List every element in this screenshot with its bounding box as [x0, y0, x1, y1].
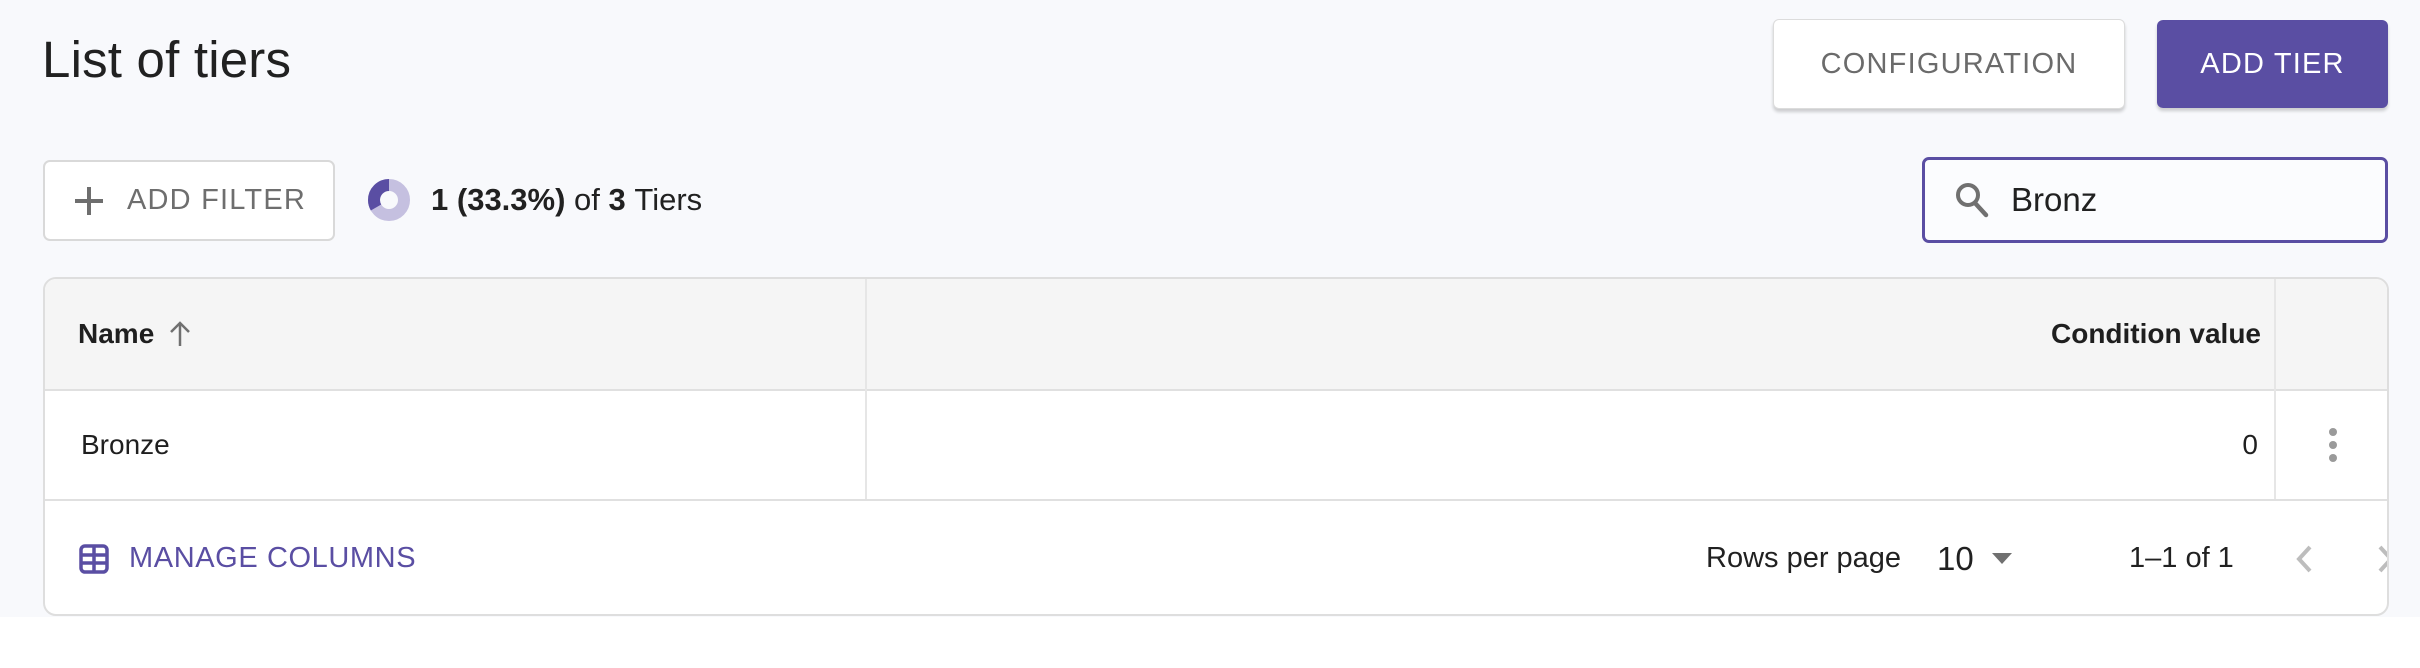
table-columns-icon: [79, 543, 109, 574]
chevron-left-icon: [2296, 545, 2312, 572]
rows-per-page-select[interactable]: 10: [1937, 501, 2012, 614]
table-row[interactable]: Bronze 0: [45, 391, 2387, 501]
column-header-condition-value[interactable]: Condition value: [868, 279, 2261, 389]
column-divider: [865, 279, 867, 499]
matched-count: 1: [431, 182, 449, 217]
table-footer: MANAGE COLUMNS Rows per page 10 1–1 of 1: [45, 501, 2387, 614]
tiers-table: Name Condition value Bronze 0 MANAGE COL…: [43, 277, 2389, 616]
chevron-right-icon: [2378, 545, 2387, 572]
more-vertical-icon: [2328, 428, 2337, 462]
column-header-condition-value-label: Condition value: [2051, 318, 2261, 349]
table-header-row: Name Condition value: [45, 279, 2387, 391]
rows-per-page-value: 10: [1937, 539, 1974, 577]
sort-ascending-icon[interactable]: [168, 320, 192, 348]
next-page-button[interactable]: [2375, 501, 2387, 614]
search-field[interactable]: [1922, 157, 2388, 243]
cell-name: Bronze: [81, 429, 170, 460]
column-header-name-label: Name: [78, 318, 155, 349]
page-title: List of tiers: [42, 31, 292, 88]
matched-percent: (33.3%): [456, 182, 566, 217]
result-count: 1 (33.3%) of 3 Tiers: [367, 178, 702, 222]
column-divider: [2274, 279, 2276, 499]
rows-per-page-label: Rows per page: [1706, 542, 1902, 574]
configuration-button[interactable]: CONFIGURATION: [1773, 19, 2125, 109]
cell-condition-value: 0: [2242, 429, 2258, 460]
manage-columns-label: MANAGE COLUMNS: [129, 542, 417, 574]
search-icon: [1956, 183, 1989, 218]
total-count: 3: [608, 182, 626, 217]
add-tier-button[interactable]: ADD TIER: [2157, 20, 2388, 108]
row-actions-button[interactable]: [2276, 391, 2387, 499]
plus-icon: [75, 186, 103, 215]
progress-donut-icon: [368, 179, 410, 221]
search-input[interactable]: [2011, 181, 2371, 219]
add-filter-button[interactable]: ADD FILTER: [43, 160, 335, 241]
previous-page-button[interactable]: [2295, 501, 2315, 614]
pagination-range: 1–1 of 1: [2129, 542, 2234, 574]
dropdown-arrow-icon: [1991, 552, 2012, 564]
of-label: of: [574, 182, 600, 217]
manage-columns-button[interactable]: MANAGE COLUMNS: [79, 501, 417, 614]
entity-label: Tiers: [634, 182, 703, 217]
column-header-name[interactable]: Name: [78, 279, 192, 389]
add-filter-label: ADD FILTER: [127, 184, 307, 216]
